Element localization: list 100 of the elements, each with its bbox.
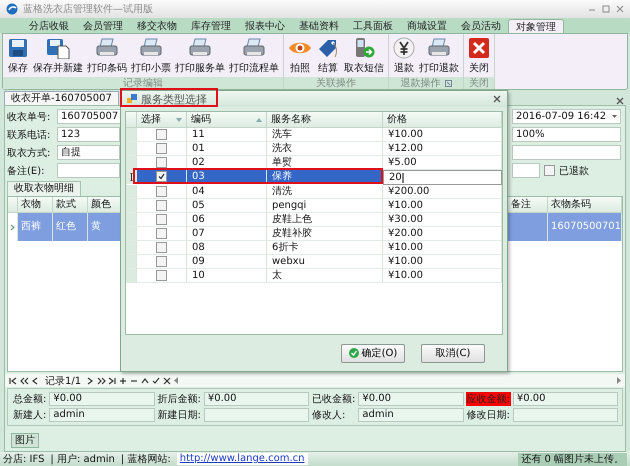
previous-record-button[interactable] bbox=[31, 376, 40, 384]
checkbox[interactable] bbox=[156, 242, 167, 253]
text-field[interactable]: ¥0.00 bbox=[204, 392, 309, 406]
checkbox[interactable] bbox=[156, 214, 167, 225]
scroll-left-icon[interactable] bbox=[174, 377, 180, 384]
website-link[interactable]: http://www.lange.com.cn bbox=[176, 453, 308, 465]
checkbox[interactable] bbox=[544, 165, 555, 176]
checkbox[interactable] bbox=[156, 171, 167, 182]
text-field[interactable] bbox=[204, 408, 309, 422]
ribbon-button[interactable]: 打印流程单 bbox=[227, 36, 281, 76]
column-header[interactable]: 衣物 bbox=[18, 197, 53, 213]
grid-corner bbox=[8, 197, 18, 213]
menu-tab[interactable]: 对象管理 bbox=[508, 19, 564, 33]
menu-tab[interactable]: 会员管理 bbox=[76, 19, 130, 33]
text-field[interactable] bbox=[512, 163, 540, 178]
dialog-launcher-icon[interactable] bbox=[444, 80, 452, 86]
ribbon-button[interactable]: 拍照 bbox=[286, 36, 314, 76]
checkbox[interactable] bbox=[156, 228, 167, 239]
scroll-right-icon[interactable] bbox=[616, 377, 621, 384]
text-field[interactable]: 100% bbox=[512, 127, 621, 142]
close-icon[interactable] bbox=[616, 5, 624, 13]
text-field[interactable] bbox=[512, 408, 618, 422]
table-cell: 6折卡 bbox=[267, 241, 383, 255]
text-field[interactable]: admin bbox=[49, 408, 154, 422]
menu-tab[interactable]: 工具面板 bbox=[346, 19, 400, 33]
column-header[interactable]: 编码 bbox=[187, 112, 267, 128]
price-input[interactable]: 20 bbox=[383, 170, 502, 185]
add-record-button[interactable] bbox=[119, 376, 128, 384]
date-dropdown[interactable]: 2016-07-09 16:42 bbox=[512, 109, 621, 124]
picture-tab[interactable]: 图片 bbox=[11, 433, 39, 448]
column-header[interactable]: 颜色 bbox=[88, 197, 123, 213]
text-field[interactable]: 自提 bbox=[57, 145, 120, 160]
checkbox[interactable] bbox=[156, 186, 167, 197]
ribbon-button[interactable]: 打印条码 bbox=[85, 36, 129, 76]
first-record-button[interactable] bbox=[9, 376, 18, 384]
status-text: 分店: IFS bbox=[3, 452, 44, 466]
ribbon-button[interactable]: 保存并新建 bbox=[31, 36, 85, 76]
check-icon bbox=[348, 348, 359, 358]
text-field[interactable]: ¥0.00 bbox=[512, 392, 618, 406]
column-header[interactable]: 备注 bbox=[508, 197, 548, 213]
ribbon-button[interactable]: 打印服务单 bbox=[173, 36, 227, 76]
checkbox[interactable] bbox=[156, 157, 167, 168]
detail-tab[interactable]: 收取衣物明细 bbox=[7, 181, 81, 196]
text-field[interactable] bbox=[57, 163, 120, 178]
menu-tab[interactable]: 报表中心 bbox=[238, 19, 292, 33]
menu-tab[interactable]: 移交衣物 bbox=[130, 19, 184, 33]
close-icon[interactable] bbox=[616, 97, 624, 105]
column-header[interactable]: 服务名称 bbox=[267, 112, 383, 128]
ribbon-button[interactable]: 保存 bbox=[5, 36, 31, 76]
ribbon-button[interactable]: 打印小票 bbox=[129, 36, 173, 76]
text-field[interactable] bbox=[512, 145, 621, 160]
table-cell: 黄 bbox=[88, 213, 123, 241]
ribbon-button[interactable]: 退款 bbox=[391, 36, 417, 76]
close-icon[interactable] bbox=[493, 95, 501, 103]
column-header[interactable]: 衣物条码 bbox=[548, 197, 622, 213]
ribbon-button[interactable]: 取衣短信 bbox=[342, 36, 386, 76]
cancel-button[interactable]: 取消(C) bbox=[421, 344, 485, 362]
edit-record-button[interactable] bbox=[141, 376, 150, 384]
field-label: 取衣方式: bbox=[7, 146, 52, 160]
text-field[interactable]: ¥0.00 bbox=[49, 392, 154, 406]
text-field[interactable]: 123 bbox=[57, 127, 120, 142]
checkbox[interactable] bbox=[156, 129, 167, 140]
checkbox[interactable] bbox=[156, 200, 167, 211]
record-counter: 记录1/1 bbox=[44, 374, 82, 388]
ribbon-button[interactable]: 结算 bbox=[314, 36, 342, 76]
menu-tab[interactable]: 库存管理 bbox=[184, 19, 238, 33]
last-record-button[interactable] bbox=[108, 376, 118, 384]
ribbon-button[interactable]: 关闭 bbox=[466, 36, 492, 76]
table-cell: 皮鞋上色 bbox=[267, 213, 383, 227]
group-title: 退款操作 bbox=[400, 76, 440, 90]
checkbox[interactable] bbox=[156, 143, 167, 154]
checkbox-label: 已退款 bbox=[559, 164, 589, 178]
save-record-button[interactable] bbox=[152, 376, 162, 384]
text-field[interactable]: admin bbox=[358, 408, 464, 422]
text-field[interactable]: 160705007 bbox=[57, 109, 122, 124]
filter-arrow-icon[interactable] bbox=[176, 118, 182, 122]
column-header[interactable]: 价格 bbox=[383, 112, 502, 128]
table-cell: 红色 bbox=[53, 213, 88, 241]
previous-page-button[interactable] bbox=[20, 376, 29, 384]
field-label: 折后金额: bbox=[156, 392, 202, 406]
confirm-button[interactable]: 确定(O) bbox=[341, 344, 405, 362]
document-tab[interactable]: 收衣开单-160705007 bbox=[4, 91, 119, 105]
column-header[interactable]: 选择 bbox=[137, 112, 187, 128]
next-record-button[interactable] bbox=[86, 376, 96, 384]
menu-tab[interactable]: 基础资料 bbox=[292, 19, 346, 33]
ribbon-button[interactable]: 打印退款 bbox=[417, 36, 461, 76]
menu-tab[interactable]: 会员活动 bbox=[454, 19, 508, 33]
floppy-with-page-icon bbox=[46, 37, 70, 59]
checkbox[interactable] bbox=[156, 270, 167, 281]
table-cell: 06 bbox=[187, 213, 267, 227]
field-label: 已收金额: bbox=[311, 392, 356, 406]
column-header[interactable]: 款式 bbox=[53, 197, 88, 213]
menu-tab[interactable]: 商城设置 bbox=[400, 19, 454, 33]
text-field[interactable]: ¥0.00 bbox=[358, 392, 464, 406]
logo-icon bbox=[6, 3, 18, 15]
menu-tab[interactable]: 分店收银 bbox=[22, 19, 76, 33]
cancel-edit-button[interactable] bbox=[163, 376, 172, 384]
next-page-button[interactable] bbox=[97, 376, 106, 384]
maximize-icon[interactable] bbox=[602, 5, 610, 13]
checkbox[interactable] bbox=[156, 256, 167, 267]
